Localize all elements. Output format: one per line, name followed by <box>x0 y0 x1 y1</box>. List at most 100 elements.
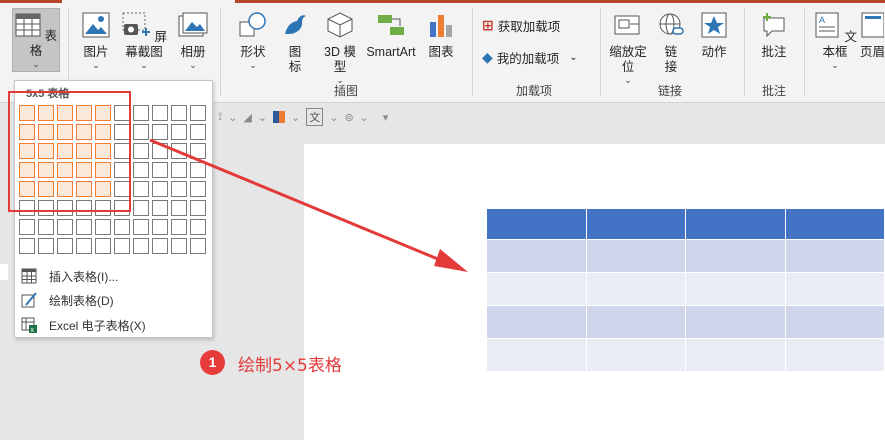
table-cell[interactable] <box>685 208 786 240</box>
shapes-button[interactable]: 形状 ⌄ <box>234 12 272 70</box>
grid-cell[interactable] <box>133 162 149 178</box>
zoom-button[interactable]: 缩放定位 ⌄ <box>606 12 650 85</box>
grid-cell[interactable] <box>190 200 206 216</box>
grid-cell[interactable] <box>133 219 149 235</box>
table-cell[interactable] <box>486 239 587 273</box>
more-icon[interactable]: ▾ <box>383 111 389 124</box>
slide-canvas[interactable] <box>304 144 885 440</box>
grid-cell[interactable] <box>190 143 206 159</box>
grid-cell[interactable] <box>76 219 92 235</box>
chevron-down-icon[interactable]: ⌄ <box>291 111 300 124</box>
grid-cell[interactable] <box>190 105 206 121</box>
header-footer-button[interactable]: 页眉和 <box>860 12 885 60</box>
album-button[interactable]: 相册 ⌄ <box>174 12 212 70</box>
table-cell[interactable] <box>486 305 587 339</box>
chart-button[interactable]: 图表 <box>424 12 458 60</box>
grid-cell[interactable] <box>152 219 168 235</box>
grid-cell[interactable] <box>114 238 130 254</box>
grid-cell[interactable] <box>38 219 54 235</box>
table-cell[interactable] <box>585 208 686 240</box>
table-cell[interactable] <box>585 338 686 372</box>
zoom-label: 缩放定位 <box>609 45 647 74</box>
table-button[interactable]: 表格 ⌄ <box>12 8 60 72</box>
screenshot-button[interactable]: 屏幕截图 ⌄ <box>116 12 172 70</box>
grid-cell[interactable] <box>171 181 187 197</box>
table-cell[interactable] <box>685 272 786 306</box>
table-cell[interactable] <box>486 272 587 306</box>
grid-cell[interactable] <box>190 181 206 197</box>
divider <box>220 8 221 96</box>
grid-cell[interactable] <box>57 238 73 254</box>
table-cell[interactable] <box>784 272 885 306</box>
grid-cell[interactable] <box>152 162 168 178</box>
table-cell[interactable] <box>585 239 686 273</box>
grid-cell[interactable] <box>171 200 187 216</box>
chevron-down-icon[interactable]: ⌄ <box>329 111 338 124</box>
table-cell[interactable] <box>585 305 686 339</box>
grid-cell[interactable] <box>133 143 149 159</box>
table-cell[interactable] <box>784 239 885 273</box>
grid-cell[interactable] <box>190 219 206 235</box>
grid-cell[interactable] <box>152 200 168 216</box>
text-direction-icon[interactable]: 文 <box>306 108 324 126</box>
grid-cell[interactable] <box>152 105 168 121</box>
grid-cell[interactable] <box>114 219 130 235</box>
table-cell[interactable] <box>486 338 587 372</box>
picture-button[interactable]: 图片 ⌄ <box>78 12 114 70</box>
grid-cell[interactable] <box>133 200 149 216</box>
grid-cell[interactable] <box>171 124 187 140</box>
insert-table-menu-item[interactable]: 插入表格(I)... <box>19 265 209 287</box>
grid-cell[interactable] <box>152 143 168 159</box>
slide-table[interactable] <box>486 208 885 372</box>
table-cell[interactable] <box>685 239 786 273</box>
smartart-button[interactable]: SmartArt <box>362 12 420 60</box>
fill-color-icon[interactable]: ◢ <box>243 111 251 124</box>
slide-thumbnail[interactable] <box>0 264 8 280</box>
table-cell[interactable] <box>784 208 885 240</box>
grid-cell[interactable] <box>190 124 206 140</box>
grid-cell[interactable] <box>57 219 73 235</box>
grid-cell[interactable] <box>152 238 168 254</box>
grid-cell[interactable] <box>133 124 149 140</box>
table-cell[interactable] <box>784 305 885 339</box>
grid-cell[interactable] <box>95 219 111 235</box>
grid-cell[interactable] <box>76 238 92 254</box>
table-cell[interactable] <box>685 305 786 339</box>
chevron-down-icon[interactable]: ⌄ <box>258 111 267 124</box>
table-cell[interactable] <box>486 208 587 240</box>
shape-fill-icon[interactable] <box>273 111 285 123</box>
grid-cell[interactable] <box>171 105 187 121</box>
draw-table-menu-item[interactable]: 绘制表格(D) <box>19 289 209 311</box>
grid-cell[interactable] <box>38 238 54 254</box>
grid-cell[interactable] <box>133 105 149 121</box>
3d-model-button[interactable]: 3D 模型 ⌄ <box>320 12 360 85</box>
grid-cell[interactable] <box>133 181 149 197</box>
grid-cell[interactable] <box>171 162 187 178</box>
table-cell[interactable] <box>685 338 786 372</box>
grid-cell[interactable] <box>19 238 35 254</box>
grid-cell[interactable] <box>171 238 187 254</box>
grid-cell[interactable] <box>171 143 187 159</box>
action-button[interactable]: 动作 <box>696 12 732 60</box>
crop-icon[interactable]: ⟟ <box>218 111 222 124</box>
arrange-icon[interactable]: ⊚ <box>344 111 353 124</box>
table-cell[interactable] <box>585 272 686 306</box>
excel-table-menu-item[interactable]: x Excel 电子表格(X) <box>19 314 209 336</box>
chevron-down-icon[interactable]: ⌄ <box>228 111 237 124</box>
grid-cell[interactable] <box>190 162 206 178</box>
grid-cell[interactable] <box>95 238 111 254</box>
get-addins-button[interactable]: ⊞ 获取加载项 <box>482 16 560 35</box>
textbox-button[interactable]: A 文本框 ⌄ <box>812 12 858 70</box>
comment-button[interactable]: 批注 <box>756 12 792 60</box>
chevron-down-icon[interactable]: ⌄ <box>360 111 369 124</box>
grid-cell[interactable] <box>133 238 149 254</box>
grid-cell[interactable] <box>190 238 206 254</box>
grid-cell[interactable] <box>19 219 35 235</box>
my-addins-button[interactable]: ◆ 我的加载项 ⌄ <box>482 48 578 67</box>
icons-button[interactable]: 图标 <box>280 12 310 75</box>
grid-cell[interactable] <box>171 219 187 235</box>
table-cell[interactable] <box>784 338 885 372</box>
grid-cell[interactable] <box>152 124 168 140</box>
link-button[interactable]: 链接 <box>654 12 688 75</box>
grid-cell[interactable] <box>152 181 168 197</box>
